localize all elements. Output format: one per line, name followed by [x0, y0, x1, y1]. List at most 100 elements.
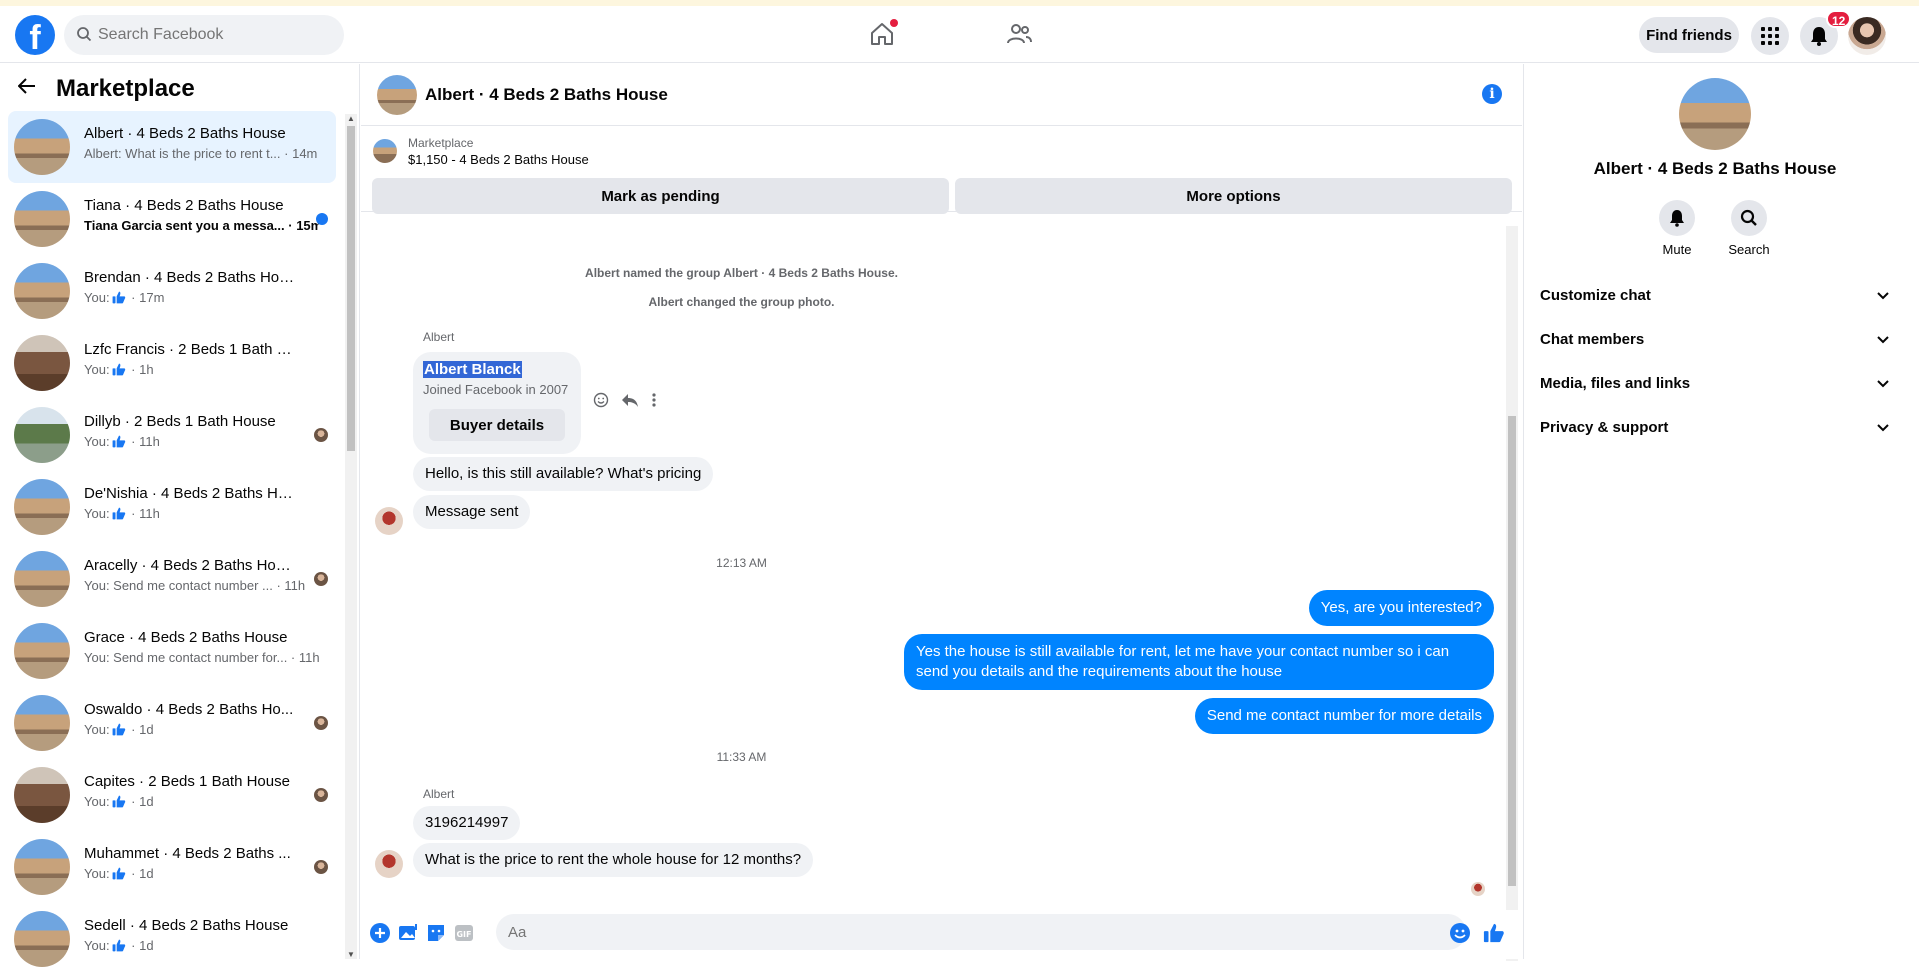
messages-scroll-thumb[interactable] [1508, 416, 1516, 886]
sender-avatar[interactable] [375, 850, 403, 878]
system-message: Albert changed the group photo. [648, 295, 835, 309]
search-label: Search [1728, 242, 1770, 257]
conversation-avatar [14, 263, 70, 319]
conversation-avatar [14, 767, 70, 823]
preview-time: 11h [284, 578, 306, 593]
listing-description[interactable]: $1,150 - 4 Beds 2 Baths House [408, 152, 589, 167]
preview-sep: · [127, 434, 140, 449]
mute-action[interactable]: Mute [1647, 200, 1707, 257]
seen-avatar [314, 716, 328, 730]
preview-sep: · [280, 146, 293, 161]
outgoing-message[interactable]: Yes, are you interested? [1308, 590, 1494, 626]
system-message: Albert named the group Albert · 4 Beds 2… [585, 266, 898, 280]
conversation-preview: You: · 1d [84, 866, 319, 881]
plus-icon[interactable] [369, 922, 391, 944]
message-input[interactable] [496, 914, 1466, 950]
conversation-item[interactable]: Lzfc Francis · 2 Beds 1 Bath House You: ·… [8, 327, 336, 399]
chat-photo[interactable] [1679, 78, 1751, 150]
sender-name: Albert [423, 787, 455, 801]
conversation-item[interactable]: Oswaldo · 4 Beds 2 Baths Ho... You: · 1d [8, 687, 336, 759]
search-input[interactable] [98, 15, 338, 55]
info-icon[interactable]: i [1482, 84, 1502, 104]
emoji-icon[interactable] [1449, 922, 1471, 944]
preview-sep: · [272, 578, 285, 593]
buyer-name[interactable]: Albert Blanck [423, 361, 522, 378]
listing-thumbnail[interactable] [373, 139, 397, 163]
profile-avatar[interactable] [1848, 17, 1886, 55]
unread-dot [316, 213, 328, 225]
conversation-item[interactable]: Dillyb · 2 Beds 1 Bath House You: · 11h [8, 399, 336, 471]
chat-title[interactable]: Albert · 4 Beds 2 Baths House [425, 85, 668, 105]
scroll-up-arrow-icon[interactable]: ▲ [347, 114, 355, 123]
conversation-preview: You: · 11h [84, 506, 319, 521]
conversation-item[interactable]: Muhammet · 4 Beds 2 Baths ... You: · 1d [8, 831, 336, 903]
preview-sep: · [127, 362, 140, 377]
conversation-item[interactable]: De'Nishia · 4 Beds 2 Baths House You: · 1… [8, 471, 336, 543]
messages-scrollbar[interactable] [1506, 226, 1518, 961]
conversation-item[interactable]: Tiana · 4 Beds 2 Baths House Tiana Garcia… [8, 183, 336, 255]
search-icon [1740, 209, 1757, 226]
more-vertical-icon[interactable] [651, 392, 657, 408]
conversation-avatar [14, 191, 70, 247]
preview-sep: · [284, 218, 297, 233]
search-action[interactable]: Search [1719, 200, 1779, 257]
chat-avatar[interactable] [377, 75, 417, 115]
bell-icon [1811, 27, 1827, 46]
privacy-support-item[interactable]: Privacy & support [1540, 410, 1890, 446]
conversation-avatar [14, 551, 70, 607]
chat-members-item[interactable]: Chat members [1540, 322, 1890, 358]
customize-chat-item[interactable]: Customize chat [1540, 278, 1890, 314]
preview-text: Albert: What is the price to rent t... [84, 146, 281, 161]
preview-text: You: [84, 866, 110, 881]
reply-icon[interactable] [621, 392, 639, 408]
outgoing-message[interactable]: Send me contact number for more details [1194, 698, 1494, 734]
buyer-details-button[interactable]: Buyer details [429, 409, 565, 441]
conversation-item[interactable]: Grace · 4 Beds 2 Baths House You: Send me… [8, 615, 336, 687]
conversation-item[interactable]: Capites · 2 Beds 1 Bath House You: · 1d [8, 759, 336, 831]
mute-button[interactable] [1659, 200, 1695, 236]
message-composer: GIF [361, 910, 1522, 959]
conversation-item[interactable]: Aracelly · 4 Beds 2 Baths House You: Send… [8, 543, 336, 615]
conversation-preview: You: Send me contact number for... · 11h [84, 650, 319, 665]
chat-info-title: Albert · 4 Beds 2 Baths House [1593, 159, 1837, 178]
conversation-item[interactable]: Albert · 4 Beds 2 Baths House Albert: Wha… [8, 111, 336, 183]
friends-icon[interactable] [1005, 20, 1035, 50]
preview-sep: · [127, 290, 140, 305]
photo-icon[interactable] [397, 922, 419, 944]
sidebar-header: Marketplace [0, 64, 345, 110]
more-options-button[interactable]: More options [955, 178, 1512, 214]
home-icon[interactable] [868, 19, 898, 50]
sidebar-scrollbar[interactable]: ▲ ▼ [345, 114, 357, 959]
conversation-item[interactable]: Sedell · 4 Beds 2 Baths House You: · 1d [8, 903, 336, 975]
facebook-logo[interactable]: f [15, 15, 55, 55]
sender-avatar[interactable] [375, 507, 403, 535]
preview-time: 11h [298, 650, 319, 665]
incoming-message[interactable]: 3196214997 [413, 806, 521, 840]
back-arrow-icon[interactable] [18, 78, 36, 94]
like-icon [112, 939, 125, 952]
like-icon[interactable] [1483, 922, 1505, 944]
sidebar-scroll-thumb[interactable] [347, 126, 355, 451]
conversation-avatar [14, 407, 70, 463]
incoming-message[interactable]: What is the price to rent the whole hous… [413, 843, 814, 877]
mute-label: Mute [1662, 242, 1692, 257]
incoming-message[interactable]: Message sent [413, 495, 531, 529]
react-smiley-icon[interactable] [593, 392, 609, 408]
preview-text: You: [84, 794, 110, 809]
conversation-preview: You: · 1h [84, 362, 319, 377]
read-receipt-avatar [1471, 882, 1485, 896]
gif-icon[interactable]: GIF [453, 922, 475, 944]
search-box[interactable] [64, 15, 344, 55]
search-button[interactable] [1731, 200, 1767, 236]
incoming-message[interactable]: Hello, is this still available? What's p… [413, 457, 714, 491]
scroll-down-arrow-icon[interactable]: ▼ [347, 950, 355, 959]
menu-grid-button[interactable] [1751, 17, 1789, 55]
buyer-joined-date: Joined Facebook in 2007 [423, 382, 569, 397]
sticker-icon[interactable] [425, 922, 447, 944]
media-files-links-item[interactable]: Media, files and links [1540, 366, 1890, 402]
find-friends-button[interactable]: Find friends [1639, 17, 1739, 53]
outgoing-message[interactable]: Yes the house is still available for ren… [904, 634, 1494, 690]
mark-as-pending-button[interactable]: Mark as pending [372, 178, 949, 214]
chat-header: Albert · 4 Beds 2 Baths House i [361, 64, 1522, 126]
item-label: Media, files and links [1540, 375, 1691, 392]
